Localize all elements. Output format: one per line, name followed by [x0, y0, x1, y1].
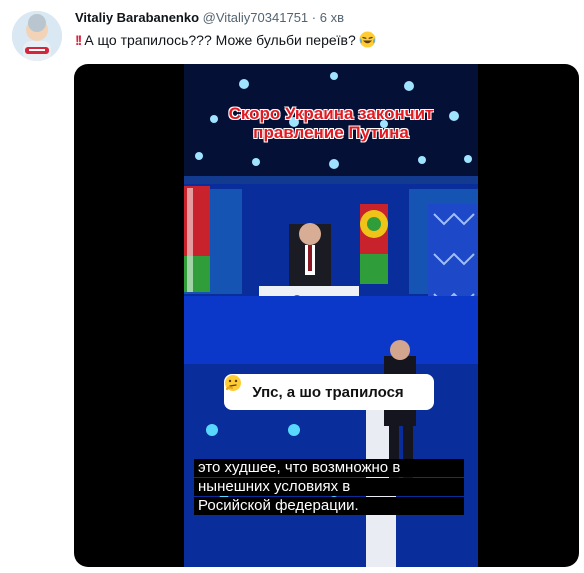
bubble-text: Упс, а шо трапилося — [252, 383, 404, 401]
laughing-tears-icon — [359, 31, 376, 51]
author-name[interactable]: Vitaliy Barabanenko — [75, 10, 199, 25]
caption-line: это худшее, что возмножно в — [194, 459, 464, 477]
caption-line: Росийской федерации. — [194, 497, 464, 515]
timestamp[interactable]: 6 хв — [320, 10, 344, 25]
author-handle[interactable]: @Vitaliy70341751 — [203, 10, 308, 25]
tweet-text: А що трапилось??? Може бульби переїв? — [84, 32, 356, 48]
video-frame[interactable]: Скоро Украина закончит правление Путина … — [184, 64, 478, 567]
speech-bubble: Упс, а шо трапилося — [224, 374, 434, 410]
separator: · — [311, 10, 317, 25]
double-exclamation-icon: !! — [75, 32, 82, 48]
tweet-card[interactable]: Vitaliy Barabanenko @Vitaliy70341751 · 6… — [0, 0, 584, 573]
caption-line: нынешних условиях в — [194, 478, 464, 496]
avatar[interactable] — [12, 11, 62, 61]
video-caption-top: Скоро Украина закончит правление Путина — [228, 104, 434, 142]
tweet-header: Vitaliy Barabanenko @Vitaliy70341751 · 6… — [75, 10, 344, 25]
tweet-text-row: !! А що трапилось??? Може бульби переїв? — [75, 31, 376, 51]
video-player[interactable]: Скоро Украина закончит правление Путина … — [74, 64, 579, 567]
video-caption-bottom: это худшее, что возмножно в нынешних усл… — [194, 459, 464, 516]
